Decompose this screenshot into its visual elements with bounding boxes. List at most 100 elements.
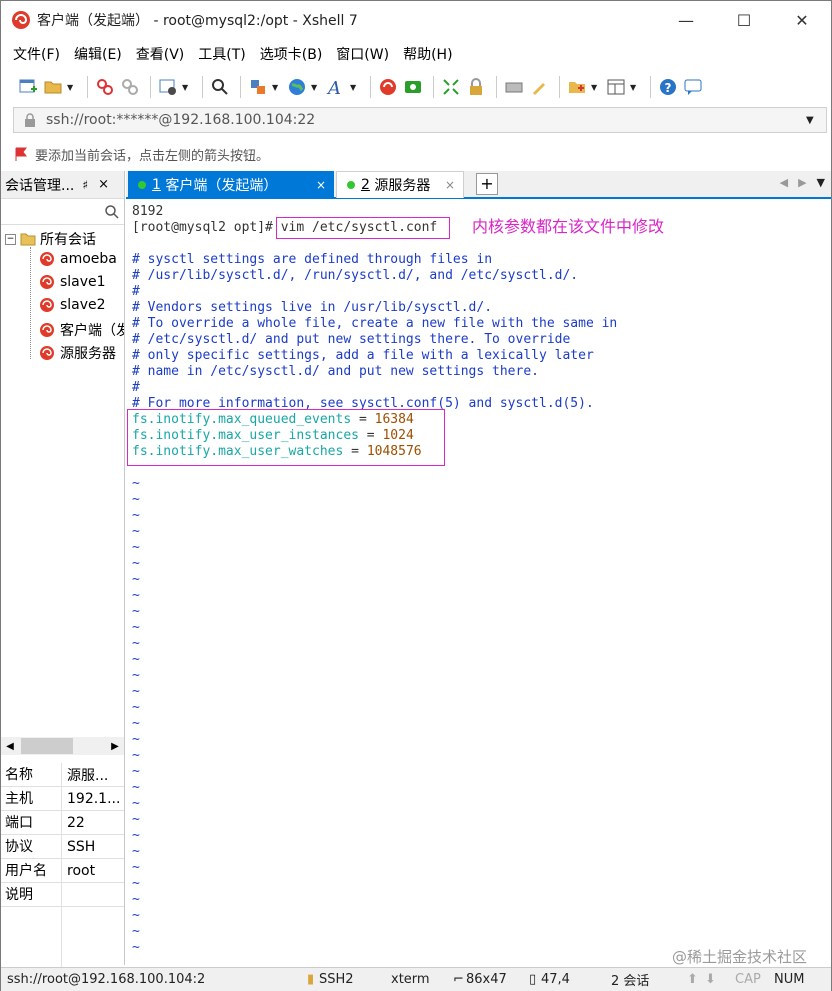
comment-line: # bbox=[132, 284, 140, 299]
tree-root-all-sessions[interactable]: − 所有会话 bbox=[5, 229, 96, 249]
menu-tools[interactable]: 工具(T) bbox=[198, 44, 245, 64]
tab-label: 源服务器 bbox=[374, 178, 431, 194]
add-tab-icon[interactable] bbox=[566, 76, 588, 98]
status-size-icon: ⌐ bbox=[453, 972, 464, 987]
close-window-button[interactable]: ✕ bbox=[773, 1, 831, 39]
highlight-icon[interactable] bbox=[528, 76, 550, 98]
transfer-dropdown-icon[interactable]: ▼ bbox=[272, 83, 280, 92]
font-dropdown-icon[interactable]: ▼ bbox=[350, 83, 358, 92]
help-icon[interactable]: ? bbox=[657, 76, 679, 98]
address-bar[interactable]: ssh://root:******@192.168.100.104:22 ▼ bbox=[13, 107, 827, 133]
tilde-line: ~ bbox=[132, 620, 140, 635]
tab-client[interactable]: 1 客户端（发起端） × bbox=[128, 171, 334, 198]
transfer-icon[interactable] bbox=[247, 76, 269, 98]
fullscreen-icon[interactable] bbox=[440, 76, 462, 98]
tilde-line: ~ bbox=[132, 860, 140, 875]
xftp-icon[interactable] bbox=[402, 76, 424, 98]
tilde-line: ~ bbox=[132, 604, 140, 619]
layout-icon[interactable] bbox=[605, 76, 627, 98]
status-size: 86x47 bbox=[466, 972, 507, 987]
session-manager-panel: 会话管理... ♯ × − 所有会话 amoeba slave1 slave2 … bbox=[1, 171, 125, 977]
scroll-right-icon[interactable]: ▶ bbox=[106, 741, 124, 752]
open-folder-icon[interactable] bbox=[42, 76, 64, 98]
collapse-icon[interactable]: − bbox=[5, 233, 16, 245]
comment-line: # only specific settings, add a file wit… bbox=[132, 348, 594, 363]
menu-file[interactable]: 文件(F) bbox=[13, 44, 60, 64]
horizontal-scrollbar[interactable]: ◀ ▶ bbox=[1, 737, 124, 755]
xshell-icon[interactable] bbox=[377, 76, 399, 98]
status-up-icon[interactable]: ⬆ bbox=[687, 972, 698, 987]
session-search-input[interactable] bbox=[1, 199, 124, 225]
font-icon[interactable]: A bbox=[325, 76, 347, 98]
close-tab-icon[interactable]: × bbox=[316, 178, 326, 192]
scroll-thumb[interactable] bbox=[21, 738, 73, 754]
connect-icon[interactable] bbox=[94, 76, 116, 98]
maximize-button[interactable]: ☐ bbox=[715, 1, 773, 39]
search-icon[interactable] bbox=[104, 204, 120, 220]
tilde-line: ~ bbox=[132, 764, 140, 779]
tilde-line: ~ bbox=[132, 812, 140, 827]
scroll-left-icon[interactable]: ◀ bbox=[1, 741, 19, 752]
session-icon bbox=[40, 346, 54, 360]
lock-icon[interactable] bbox=[465, 76, 487, 98]
tree-item-amoeba[interactable]: amoeba bbox=[39, 251, 117, 267]
menu-edit[interactable]: 编辑(E) bbox=[74, 44, 122, 64]
status-term: xterm bbox=[391, 972, 430, 987]
terminal-line: 8192 bbox=[132, 204, 164, 219]
open-dropdown-icon[interactable]: ▼ bbox=[67, 83, 75, 92]
tilde-line: ~ bbox=[132, 892, 140, 907]
close-panel-icon[interactable]: × bbox=[98, 177, 109, 192]
terminal-area[interactable]: 8192 [root@mysql2 opt]# vim /etc/sysctl.… bbox=[126, 201, 831, 965]
tilde-line: ~ bbox=[132, 524, 140, 539]
tree-item-source-server[interactable]: 源服务器 bbox=[39, 343, 116, 363]
properties-dropdown-icon[interactable]: ▼ bbox=[182, 83, 190, 92]
disconnect-icon[interactable] bbox=[119, 76, 141, 98]
tree-item-label: slave2 bbox=[60, 297, 106, 313]
tab-navigation: ◀ ▶ ▼ bbox=[780, 176, 825, 189]
tab-prev-icon[interactable]: ◀ bbox=[780, 176, 788, 189]
tree-item-label: amoeba bbox=[60, 251, 117, 267]
tree-item-client[interactable]: 客户端（发 bbox=[39, 320, 124, 340]
globe-icon[interactable] bbox=[286, 76, 308, 98]
menu-tabs[interactable]: 选项卡(B) bbox=[260, 44, 323, 64]
status-down-icon[interactable]: ⬇ bbox=[705, 972, 716, 987]
tree-item-slave2[interactable]: slave2 bbox=[39, 297, 106, 313]
properties-icon[interactable] bbox=[157, 76, 179, 98]
add-tab-dropdown-icon[interactable]: ▼ bbox=[591, 83, 599, 92]
new-session-icon[interactable] bbox=[17, 76, 39, 98]
address-dropdown-icon[interactable]: ▼ bbox=[806, 115, 826, 126]
tilde-line: ~ bbox=[132, 476, 140, 491]
tab-list-dropdown-icon[interactable]: ▼ bbox=[817, 176, 825, 189]
chat-icon[interactable] bbox=[682, 76, 704, 98]
new-tab-button[interactable]: + bbox=[476, 173, 498, 195]
menu-window[interactable]: 窗口(W) bbox=[336, 44, 389, 64]
layout-dropdown-icon[interactable]: ▼ bbox=[630, 83, 638, 92]
tilde-line: ~ bbox=[132, 940, 140, 955]
bookmark-arrow-icon[interactable] bbox=[13, 146, 29, 162]
folder-icon bbox=[20, 233, 36, 246]
hint-bar: 要添加当前会话，点击左侧的箭头按钮。 bbox=[13, 141, 827, 167]
menu-view[interactable]: 查看(V) bbox=[136, 44, 185, 64]
tree-item-slave1[interactable]: slave1 bbox=[39, 274, 106, 290]
pin-icon[interactable]: ♯ bbox=[82, 178, 88, 192]
tilde-line: ~ bbox=[132, 828, 140, 843]
status-sessions: 2 会话 bbox=[611, 974, 650, 989]
tab-next-icon[interactable]: ▶ bbox=[798, 176, 806, 189]
tilde-line: ~ bbox=[132, 652, 140, 667]
tree-item-label: 客户端（发 bbox=[60, 323, 124, 339]
minimize-button[interactable]: — bbox=[657, 1, 715, 39]
find-icon[interactable] bbox=[209, 76, 231, 98]
comment-line: # bbox=[132, 380, 140, 395]
tilde-line: ~ bbox=[132, 876, 140, 891]
address-input[interactable]: ssh://root:******@192.168.100.104:22 bbox=[46, 112, 806, 128]
menu-bar: 文件(F) 编辑(E) 查看(V) 工具(T) 选项卡(B) 窗口(W) 帮助(… bbox=[1, 39, 831, 69]
comment-line: # To override a whole file, create a new… bbox=[132, 316, 618, 331]
command-highlight-box bbox=[276, 217, 450, 239]
tab-source-server[interactable]: 2 源服务器 × bbox=[336, 171, 464, 198]
status-protocol: SSH2 bbox=[319, 972, 354, 987]
globe-dropdown-icon[interactable]: ▼ bbox=[311, 83, 319, 92]
menu-help[interactable]: 帮助(H) bbox=[403, 44, 452, 64]
property-row: 协议 SSH bbox=[1, 834, 124, 859]
keyboard-icon[interactable] bbox=[503, 76, 525, 98]
close-tab-icon[interactable]: × bbox=[445, 178, 455, 192]
